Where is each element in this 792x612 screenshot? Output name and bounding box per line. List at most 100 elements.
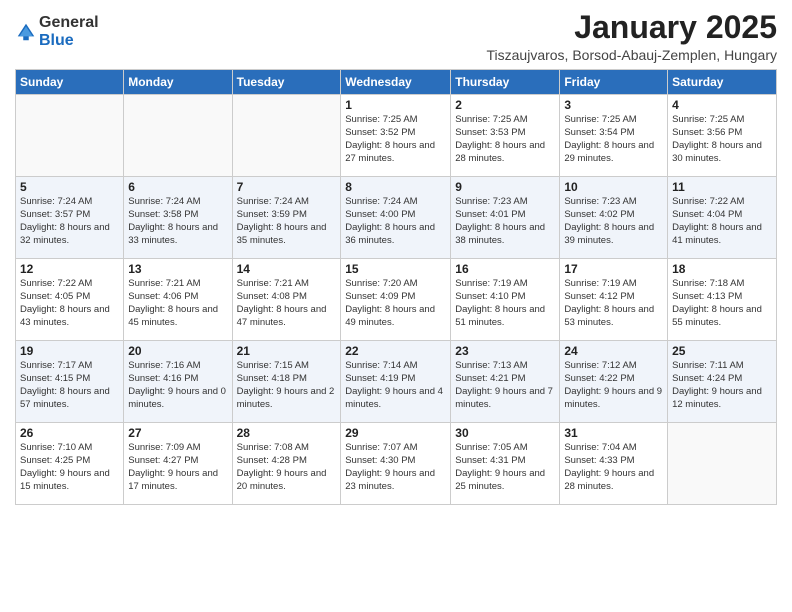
table-row: 13 Sunrise: 7:21 AM Sunset: 4:06 PM Dayli… (124, 259, 232, 341)
table-row (124, 95, 232, 177)
day-number: 31 (564, 426, 663, 440)
day-info: Sunrise: 7:24 AM Sunset: 3:58 PM Dayligh… (128, 196, 227, 247)
day-info: Sunrise: 7:16 AM Sunset: 4:16 PM Dayligh… (128, 360, 227, 411)
day-info: Sunrise: 7:04 AM Sunset: 4:33 PM Dayligh… (564, 442, 663, 493)
day-info: Sunrise: 7:23 AM Sunset: 4:01 PM Dayligh… (455, 196, 555, 247)
header-thursday: Thursday (451, 70, 560, 95)
day-number: 14 (237, 262, 337, 276)
table-row: 8 Sunrise: 7:24 AM Sunset: 4:00 PM Daylig… (341, 177, 451, 259)
header-tuesday: Tuesday (232, 70, 341, 95)
day-number: 8 (345, 180, 446, 194)
day-info: Sunrise: 7:15 AM Sunset: 4:18 PM Dayligh… (237, 360, 337, 411)
table-row: 27 Sunrise: 7:09 AM Sunset: 4:27 PM Dayli… (124, 423, 232, 505)
day-number: 10 (564, 180, 663, 194)
table-row: 24 Sunrise: 7:12 AM Sunset: 4:22 PM Dayli… (560, 341, 668, 423)
day-number: 24 (564, 344, 663, 358)
day-number: 13 (128, 262, 227, 276)
day-info: Sunrise: 7:22 AM Sunset: 4:04 PM Dayligh… (672, 196, 772, 247)
header-saturday: Saturday (668, 70, 777, 95)
day-number: 7 (237, 180, 337, 194)
table-row: 14Sunrise: 7:21 AM Sunset: 4:08 PM Dayli… (232, 259, 341, 341)
day-number: 30 (455, 426, 555, 440)
header-wednesday: Wednesday (341, 70, 451, 95)
table-row: 28 Sunrise: 7:08 AM Sunset: 4:28 PM Dayli… (232, 423, 341, 505)
table-row: 5Sunrise: 7:24 AM Sunset: 3:57 PM Daylig… (16, 177, 124, 259)
logo-blue-text: Blue (39, 32, 99, 50)
calendar-week-row: 19Sunrise: 7:17 AM Sunset: 4:15 PM Dayli… (16, 341, 777, 423)
table-row: 9Sunrise: 7:23 AM Sunset: 4:01 PM Daylig… (451, 177, 560, 259)
day-number: 5 (20, 180, 119, 194)
table-row: 16 Sunrise: 7:19 AM Sunset: 4:10 PM Dayli… (451, 259, 560, 341)
calendar-week-row: 26 Sunrise: 7:10 AM Sunset: 4:25 PM Dayli… (16, 423, 777, 505)
logo-general-text: General (39, 14, 99, 32)
day-info: Sunrise: 7:19 AM Sunset: 4:10 PM Dayligh… (455, 278, 555, 329)
logo-icon (15, 21, 37, 43)
logo: General Blue (15, 14, 99, 49)
header-sunday: Sunday (16, 70, 124, 95)
day-info: Sunrise: 7:11 AM Sunset: 4:24 PM Dayligh… (672, 360, 772, 411)
table-row: 23 Sunrise: 7:13 AM Sunset: 4:21 PM Dayli… (451, 341, 560, 423)
day-number: 29 (345, 426, 446, 440)
day-info: Sunrise: 7:25 AM Sunset: 3:53 PM Dayligh… (455, 114, 555, 165)
table-row (668, 423, 777, 505)
day-number: 28 (237, 426, 337, 440)
table-row: 3 Sunrise: 7:25 AM Sunset: 3:54 PM Daylig… (560, 95, 668, 177)
calendar-week-row: 1 Sunrise: 7:25 AM Sunset: 3:52 PM Daylig… (16, 95, 777, 177)
day-info: Sunrise: 7:19 AM Sunset: 4:12 PM Dayligh… (564, 278, 663, 329)
day-info: Sunrise: 7:25 AM Sunset: 3:54 PM Dayligh… (564, 114, 663, 165)
day-number: 21 (237, 344, 337, 358)
day-number: 23 (455, 344, 555, 358)
calendar-table: Sunday Monday Tuesday Wednesday Thursday… (15, 69, 777, 505)
logo-text: General Blue (39, 14, 99, 49)
day-number: 15 (345, 262, 446, 276)
day-number: 25 (672, 344, 772, 358)
table-row: 29Sunrise: 7:07 AM Sunset: 4:30 PM Dayli… (341, 423, 451, 505)
day-info: Sunrise: 7:20 AM Sunset: 4:09 PM Dayligh… (345, 278, 446, 329)
day-number: 16 (455, 262, 555, 276)
day-info: Sunrise: 7:14 AM Sunset: 4:19 PM Dayligh… (345, 360, 446, 411)
day-info: Sunrise: 7:05 AM Sunset: 4:31 PM Dayligh… (455, 442, 555, 493)
day-info: Sunrise: 7:21 AM Sunset: 4:06 PM Dayligh… (128, 278, 227, 329)
table-row: 2Sunrise: 7:25 AM Sunset: 3:53 PM Daylig… (451, 95, 560, 177)
table-row: 1 Sunrise: 7:25 AM Sunset: 3:52 PM Daylig… (341, 95, 451, 177)
table-row: 6 Sunrise: 7:24 AM Sunset: 3:58 PM Daylig… (124, 177, 232, 259)
header-friday: Friday (560, 70, 668, 95)
table-row: 22 Sunrise: 7:14 AM Sunset: 4:19 PM Dayli… (341, 341, 451, 423)
month-title: January 2025 (487, 10, 778, 45)
day-number: 1 (345, 98, 446, 112)
day-number: 26 (20, 426, 119, 440)
day-number: 27 (128, 426, 227, 440)
day-info: Sunrise: 7:17 AM Sunset: 4:15 PM Dayligh… (20, 360, 119, 411)
page: General Blue January 2025 Tiszaujvaros, … (0, 0, 792, 612)
day-info: Sunrise: 7:12 AM Sunset: 4:22 PM Dayligh… (564, 360, 663, 411)
day-number: 3 (564, 98, 663, 112)
day-info: Sunrise: 7:25 AM Sunset: 3:56 PM Dayligh… (672, 114, 772, 165)
day-info: Sunrise: 7:22 AM Sunset: 4:05 PM Dayligh… (20, 278, 119, 329)
location-subtitle: Tiszaujvaros, Borsod-Abauj-Zemplen, Hung… (487, 47, 778, 63)
day-number: 20 (128, 344, 227, 358)
table-row: 7 Sunrise: 7:24 AM Sunset: 3:59 PM Daylig… (232, 177, 341, 259)
table-row: 15 Sunrise: 7:20 AM Sunset: 4:09 PM Dayli… (341, 259, 451, 341)
header: General Blue January 2025 Tiszaujvaros, … (15, 10, 777, 63)
day-info: Sunrise: 7:09 AM Sunset: 4:27 PM Dayligh… (128, 442, 227, 493)
day-number: 22 (345, 344, 446, 358)
day-info: Sunrise: 7:24 AM Sunset: 3:59 PM Dayligh… (237, 196, 337, 247)
day-info: Sunrise: 7:24 AM Sunset: 4:00 PM Dayligh… (345, 196, 446, 247)
day-info: Sunrise: 7:10 AM Sunset: 4:25 PM Dayligh… (20, 442, 119, 493)
header-monday: Monday (124, 70, 232, 95)
day-number: 6 (128, 180, 227, 194)
table-row: 12 Sunrise: 7:22 AM Sunset: 4:05 PM Dayli… (16, 259, 124, 341)
table-row: 26 Sunrise: 7:10 AM Sunset: 4:25 PM Dayli… (16, 423, 124, 505)
title-block: January 2025 Tiszaujvaros, Borsod-Abauj-… (487, 10, 778, 63)
table-row: 31 Sunrise: 7:04 AM Sunset: 4:33 PM Dayli… (560, 423, 668, 505)
table-row: 11 Sunrise: 7:22 AM Sunset: 4:04 PM Dayli… (668, 177, 777, 259)
day-info: Sunrise: 7:08 AM Sunset: 4:28 PM Dayligh… (237, 442, 337, 493)
day-info: Sunrise: 7:13 AM Sunset: 4:21 PM Dayligh… (455, 360, 555, 411)
day-info: Sunrise: 7:25 AM Sunset: 3:52 PM Dayligh… (345, 114, 446, 165)
table-row: 10 Sunrise: 7:23 AM Sunset: 4:02 PM Dayli… (560, 177, 668, 259)
calendar-week-row: 5Sunrise: 7:24 AM Sunset: 3:57 PM Daylig… (16, 177, 777, 259)
day-number: 18 (672, 262, 772, 276)
day-number: 11 (672, 180, 772, 194)
day-info: Sunrise: 7:23 AM Sunset: 4:02 PM Dayligh… (564, 196, 663, 247)
day-number: 12 (20, 262, 119, 276)
